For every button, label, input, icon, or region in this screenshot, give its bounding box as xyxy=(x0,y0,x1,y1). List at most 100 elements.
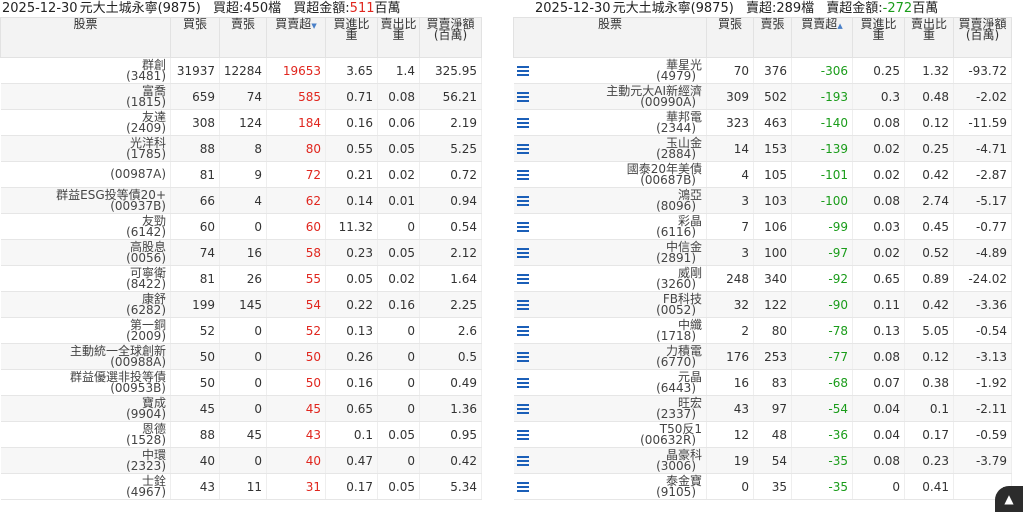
list-icon[interactable] xyxy=(516,378,529,388)
table-row[interactable]: 群創 (3481) 31937 12284 19653 3.65 1.4 325.95 xyxy=(0,57,482,84)
col-stock[interactable]: 股票 xyxy=(0,17,171,58)
table-row[interactable]: 富喬 (1815) 659 74 585 0.71 0.08 56.21 xyxy=(0,83,482,110)
table-row[interactable]: 玉山金 (2884) 14 153 -139 0.02 0.25 -4.71 xyxy=(513,135,1012,162)
table-row[interactable]: 高股息 (0056) 74 16 58 0.23 0.05 2.12 xyxy=(0,239,482,266)
stock-cell[interactable]: 主動元大AI新經濟 (00990A) xyxy=(513,83,707,110)
list-icon[interactable] xyxy=(516,404,529,414)
stock-cell[interactable]: 玉山金 (2884) xyxy=(513,135,707,162)
stock-cell[interactable]: 中信金 (2891) xyxy=(513,239,707,266)
table-row[interactable]: 旺宏 (2337) 43 97 -54 0.04 0.1 -2.11 xyxy=(513,395,1012,422)
table-row[interactable]: 恩德 (1528) 88 45 43 0.1 0.05 0.95 xyxy=(0,421,482,448)
stock-cell[interactable]: 旺宏 (2337) xyxy=(513,395,707,422)
table-row[interactable]: 寶成 (9904) 45 0 45 0.65 0 1.36 xyxy=(0,395,482,422)
stock-cell[interactable]: 國泰20年美債 (00687B) xyxy=(513,161,707,188)
col-amount[interactable]: 買賣淨額(百萬) xyxy=(419,17,482,58)
stock-cell[interactable]: 康舒 (6282) xyxy=(0,291,171,318)
table-row[interactable]: 康舒 (6282) 199 145 54 0.22 0.16 2.25 xyxy=(0,291,482,318)
stock-cell[interactable]: 中環 (2323) xyxy=(0,447,171,474)
list-icon[interactable] xyxy=(516,274,529,284)
table-row[interactable]: 華邦電 (2344) 323 463 -140 0.08 0.12 -11.59 xyxy=(513,109,1012,136)
stock-cell[interactable]: 鴻亞 (8096) xyxy=(513,187,707,214)
stock-cell[interactable]: 力積電 (6770) xyxy=(513,343,707,370)
table-row[interactable]: 中纖 (1718) 2 80 -78 0.13 5.05 -0.54 xyxy=(513,317,1012,344)
col-amount[interactable]: 買賣淨額(百萬) xyxy=(953,17,1012,58)
table-row[interactable]: 彩晶 (6116) 7 106 -99 0.03 0.45 -0.77 xyxy=(513,213,1012,240)
table-row[interactable]: 友達 (2409) 308 124 184 0.16 0.06 2.19 xyxy=(0,109,482,136)
list-icon[interactable] xyxy=(516,352,529,362)
stock-cell[interactable]: 彩晶 (6116) xyxy=(513,213,707,240)
list-icon[interactable] xyxy=(516,92,529,102)
list-icon[interactable] xyxy=(516,222,529,232)
stock-cell[interactable]: 可寧衛 (8422) xyxy=(0,265,171,292)
table-row[interactable]: 友勁 (6142) 60 0 60 11.32 0 0.54 xyxy=(0,213,482,240)
table-row[interactable]: 國泰20年美債 (00687B) 4 105 -101 0.02 0.42 -2.87 xyxy=(513,161,1012,188)
list-icon[interactable] xyxy=(516,430,529,440)
list-icon[interactable] xyxy=(516,248,529,258)
col-sell-pct[interactable]: 賣出比重 xyxy=(377,17,420,58)
stock-cell[interactable]: 群創 (3481) xyxy=(0,57,171,84)
table-row[interactable]: 中環 (2323) 40 0 40 0.47 0 0.42 xyxy=(0,447,482,474)
col-buy[interactable]: 買張 xyxy=(706,17,754,58)
list-icon[interactable] xyxy=(516,118,529,128)
col-net[interactable]: 買賣超▼ xyxy=(266,17,326,58)
col-stock[interactable]: 股票 xyxy=(513,17,707,58)
list-icon[interactable] xyxy=(516,196,529,206)
table-row[interactable]: 晶豪科 (3006) 19 54 -35 0.08 0.23 -3.79 xyxy=(513,447,1012,474)
table-row[interactable]: 第一銅 (2009) 52 0 52 0.13 0 2.6 xyxy=(0,317,482,344)
table-row[interactable]: 群益優選非投等債 (00953B) 50 0 50 0.16 0 0.49 xyxy=(0,369,482,396)
stock-cell[interactable]: 泰金寶 (9105) xyxy=(513,473,707,500)
list-icon[interactable] xyxy=(516,482,529,492)
list-icon[interactable] xyxy=(516,66,529,76)
table-row[interactable]: 可寧衛 (8422) 81 26 55 0.05 0.02 1.64 xyxy=(0,265,482,292)
scroll-top-button[interactable]: ▲ xyxy=(995,486,1023,512)
stock-cell[interactable]: 群益優選非投等債 (00953B) xyxy=(0,369,171,396)
stock-cell[interactable]: (00987A) xyxy=(0,161,171,188)
list-icon[interactable] xyxy=(516,300,529,310)
stock-cell[interactable]: 第一銅 (2009) xyxy=(0,317,171,344)
stock-cell[interactable]: 威剛 (3260) xyxy=(513,265,707,292)
stock-cell[interactable]: 晶豪科 (3006) xyxy=(513,447,707,474)
stock-cell[interactable]: 主動統一全球創新 (00988A) xyxy=(0,343,171,370)
list-icon[interactable] xyxy=(516,326,529,336)
col-buy-pct[interactable]: 買進比重 xyxy=(852,17,905,58)
stock-cell[interactable]: 中纖 (1718) xyxy=(513,317,707,344)
stock-cell[interactable]: FB科技 (0052) xyxy=(513,291,707,318)
stock-cell[interactable]: 恩德 (1528) xyxy=(0,421,171,448)
col-net[interactable]: 買賣超▲ xyxy=(791,17,853,58)
stock-cell[interactable]: 華邦電 (2344) xyxy=(513,109,707,136)
stock-cell[interactable]: 華星光 (4979) xyxy=(513,57,707,84)
list-icon[interactable] xyxy=(516,144,529,154)
col-sell-pct[interactable]: 賣出比重 xyxy=(904,17,954,58)
stock-cell[interactable]: 群益ESG投等債20+ (00937B) xyxy=(0,187,171,214)
table-row[interactable]: 主動元大AI新經濟 (00990A) 309 502 -193 0.3 0.48 -2.02 xyxy=(513,83,1012,110)
table-row[interactable]: 群益ESG投等債20+ (00937B) 66 4 62 0.14 0.01 0.94 xyxy=(0,187,482,214)
col-buy-pct[interactable]: 買進比重 xyxy=(325,17,378,58)
stock-cell[interactable]: 元晶 (6443) xyxy=(513,369,707,396)
stock-cell[interactable]: 友勁 (6142) xyxy=(0,213,171,240)
table-row[interactable]: 威剛 (3260) 248 340 -92 0.65 0.89 -24.02 xyxy=(513,265,1012,292)
stock-cell[interactable]: 富喬 (1815) xyxy=(0,83,171,110)
table-row[interactable]: FB科技 (0052) 32 122 -90 0.11 0.42 -3.36 xyxy=(513,291,1012,318)
table-row[interactable]: 泰金寶(9105)035-3500.41- xyxy=(513,473,1012,500)
col-sell[interactable]: 賣張 xyxy=(753,17,792,58)
table-row[interactable]: T50反1 (00632R) 12 48 -36 0.04 0.17 -0.59 xyxy=(513,421,1012,448)
table-row[interactable]: 士銓 (4967) 43 11 31 0.17 0.05 5.34 xyxy=(0,473,482,500)
col-sell[interactable]: 賣張 xyxy=(219,17,267,58)
table-row[interactable]: 鴻亞 (8096) 3 103 -100 0.08 2.74 -5.17 xyxy=(513,187,1012,214)
stock-cell[interactable]: T50反1 (00632R) xyxy=(513,421,707,448)
table-row[interactable]: 華星光 (4979) 70 376 -306 0.25 1.32 -93.72 xyxy=(513,57,1012,84)
table-row[interactable]: 中信金 (2891) 3 100 -97 0.02 0.52 -4.89 xyxy=(513,239,1012,266)
table-row[interactable]: 主動統一全球創新 (00988A) 50 0 50 0.26 0 0.5 xyxy=(0,343,482,370)
stock-cell[interactable]: 友達 (2409) xyxy=(0,109,171,136)
list-icon[interactable] xyxy=(516,456,529,466)
table-row[interactable]: 力積電 (6770) 176 253 -77 0.08 0.12 -3.13 xyxy=(513,343,1012,370)
table-row[interactable]: 光洋科 (1785) 88 8 80 0.55 0.05 5.25 xyxy=(0,135,482,162)
stock-cell[interactable]: 光洋科 (1785) xyxy=(0,135,171,162)
table-row[interactable]: (00987A) 81 9 72 0.21 0.02 0.72 xyxy=(0,161,482,188)
stock-cell[interactable]: 寶成 (9904) xyxy=(0,395,171,422)
table-row[interactable]: 元晶 (6443) 16 83 -68 0.07 0.38 -1.92 xyxy=(513,369,1012,396)
list-icon[interactable] xyxy=(516,170,529,180)
stock-cell[interactable]: 士銓 (4967) xyxy=(0,473,171,500)
stock-cell[interactable]: 高股息 (0056) xyxy=(0,239,171,266)
col-buy[interactable]: 買張 xyxy=(170,17,220,58)
